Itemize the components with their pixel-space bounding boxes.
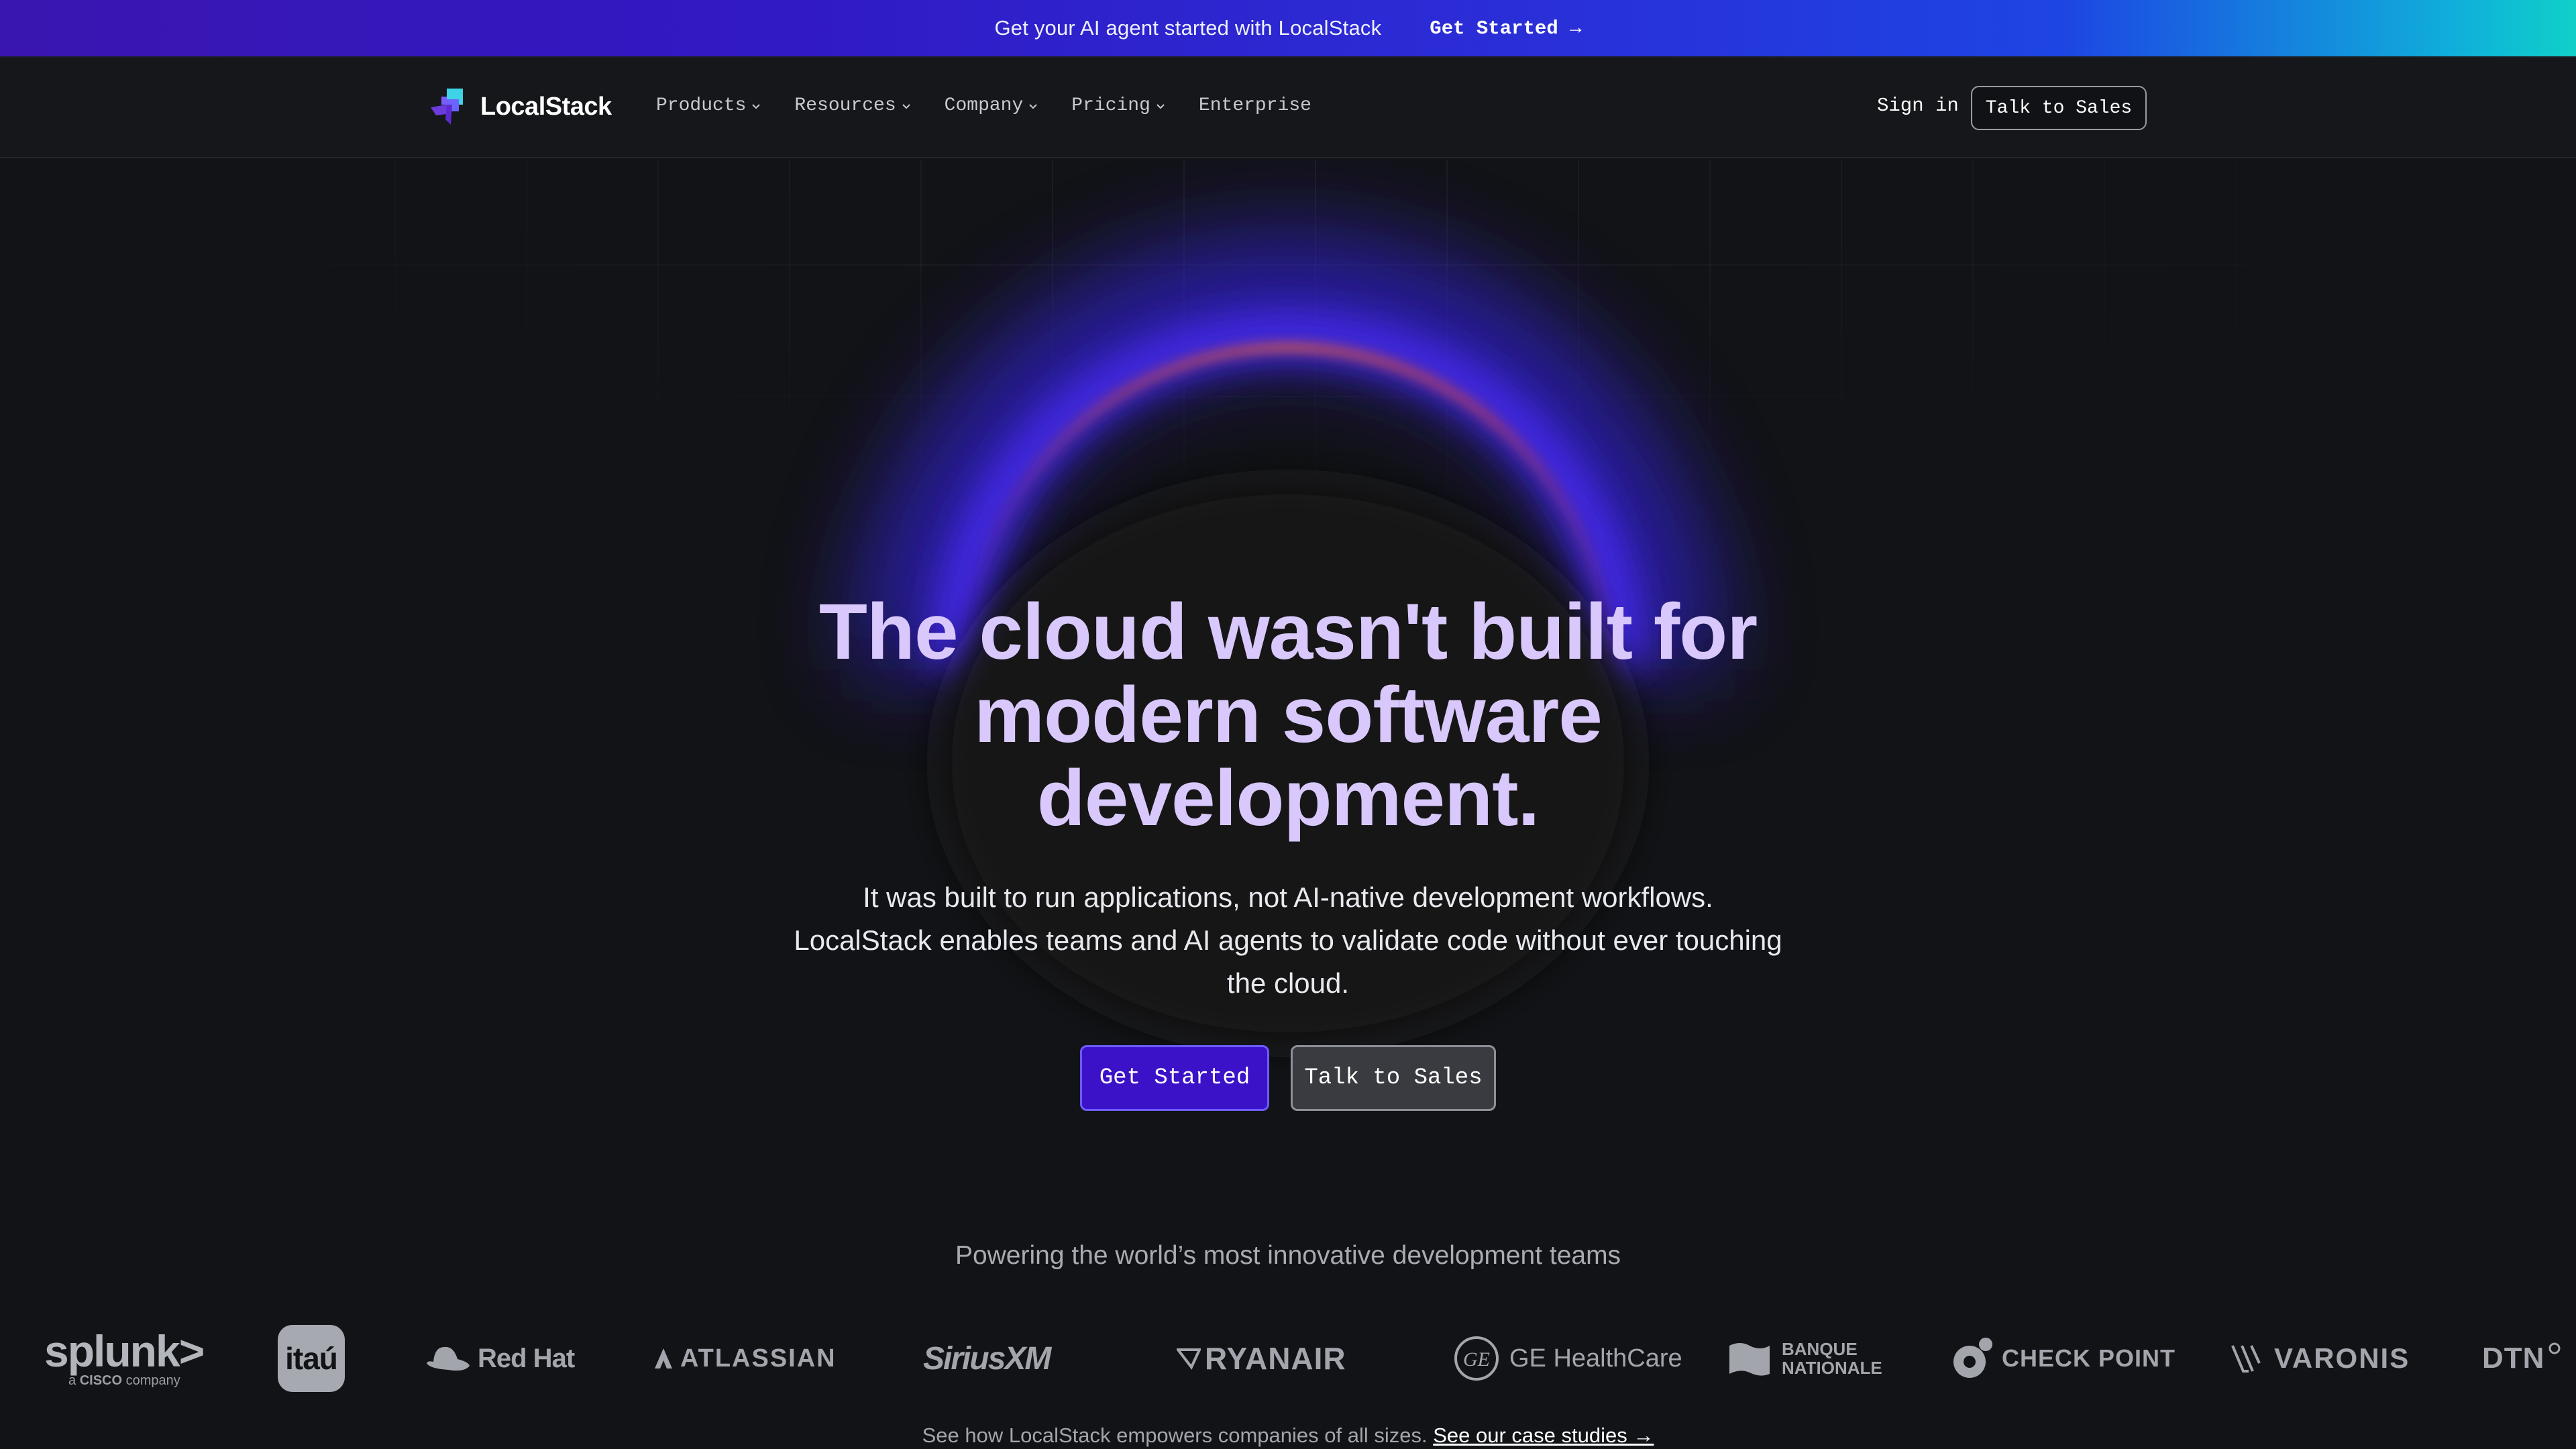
banque-logo-text: BANQUE NATIONALE — [1782, 1339, 1882, 1378]
chevron-down-icon — [1157, 103, 1165, 109]
chevron-down-icon — [902, 103, 910, 109]
nav-item-pricing[interactable]: Pricing — [1071, 95, 1167, 116]
top-nav: LocalStack Products Resources Company Pr… — [0, 58, 2576, 158]
atlassian-logo-text: ATLASSIAN — [680, 1344, 837, 1373]
checkpoint-logo-text: CHECK POINT — [2002, 1344, 2176, 1372]
case-studies-text: See how LocalStack empowers companies of… — [922, 1424, 1428, 1447]
hero-get-started-button[interactable]: Get Started — [1080, 1045, 1269, 1111]
nav-item-label: Company — [944, 95, 1024, 116]
atlassian-logo: ATLASSIAN — [653, 1315, 837, 1402]
redhat-logo-text: Red Hat — [478, 1343, 575, 1373]
customer-logos-strip: splunk> a CISCO company itaú Red Hat ATL… — [0, 1315, 2576, 1402]
announcement-get-started-link[interactable]: Get Started → — [1430, 17, 1581, 40]
varonis-logo-text: VARONIS — [2274, 1342, 2410, 1374]
ryanair-logo-text: RYANAIR — [1205, 1341, 1346, 1376]
ge-healthcare-logo: GE GE HealthCare — [1453, 1315, 1682, 1402]
nav-item-label: Resources — [794, 95, 896, 116]
ge-logo-text: GE HealthCare — [1509, 1344, 1682, 1373]
checkpoint-mark-icon — [1953, 1338, 1992, 1378]
case-studies-link[interactable]: See our case studies → — [1433, 1424, 1654, 1447]
announcement-text: Get your AI agent started with LocalStac… — [994, 16, 1382, 40]
brand-name: LocalStack — [480, 92, 612, 121]
svg-text:GE: GE — [1463, 1348, 1490, 1371]
splunk-logo: splunk> a CISCO company — [44, 1315, 205, 1402]
itau-logo-text: itaú — [285, 1341, 338, 1376]
nav-item-enterprise[interactable]: Enterprise — [1199, 95, 1311, 116]
chevron-down-icon — [1029, 103, 1037, 109]
nav-item-label: Enterprise — [1198, 95, 1311, 116]
ryanair-harp-icon — [1177, 1348, 1201, 1370]
brand-logo[interactable]: LocalStack — [427, 85, 612, 129]
localstack-logo-icon — [431, 89, 463, 125]
hero-headline: The cloud wasn't built for modern softwa… — [818, 588, 1758, 843]
nav-item-label: Products — [656, 95, 747, 116]
nav-item-resources[interactable]: Resources — [794, 95, 912, 116]
siriusxm-logo: SiriusXM — [923, 1315, 1051, 1402]
ge-monogram-icon: GE — [1454, 1336, 1499, 1381]
itau-logo: itaú — [278, 1315, 345, 1402]
nav-item-label: Pricing — [1071, 95, 1150, 116]
siriusxm-logo-text: SiriusXM — [923, 1340, 1051, 1377]
checkpoint-logo: CHECK POINT — [1951, 1315, 2176, 1402]
varonis-logo: VARONIS — [2231, 1315, 2410, 1402]
splunk-logo-tagline: a CISCO company — [68, 1373, 180, 1388]
case-studies-line: See how LocalStack empowers companies of… — [0, 1424, 2576, 1448]
dtn-logo-text: DTN — [2482, 1342, 2545, 1375]
dtn-logo: DTN — [2482, 1315, 2562, 1402]
logos-heading: Powering the world’s most innovative dev… — [955, 1241, 1621, 1270]
nav-menu: Products Resources Company Pricing Enter… — [656, 95, 1311, 116]
hero-subheadline: It was built to run applications, not AI… — [794, 881, 1782, 999]
banque-flag-icon — [1729, 1343, 1770, 1376]
hero-talk-to-sales-button[interactable]: Talk to Sales — [1291, 1045, 1496, 1111]
dtn-degree-icon — [2548, 1342, 2561, 1354]
ryanair-logo: RYANAIR — [1177, 1315, 1346, 1402]
banque-nationale-logo: BANQUE NATIONALE — [1727, 1315, 1882, 1402]
nav-item-company[interactable]: Company — [945, 95, 1040, 116]
redhat-logo: Red Hat — [424, 1315, 575, 1402]
chevron-down-icon — [752, 103, 761, 109]
varonis-mark-icon — [2231, 1345, 2261, 1373]
nav-talk-to-sales-button[interactable]: Talk to Sales — [1971, 86, 2147, 130]
nav-item-products[interactable]: Products — [656, 95, 762, 116]
sign-in-link[interactable]: Sign in — [1877, 95, 1959, 117]
atlassian-mark-icon — [655, 1348, 672, 1368]
announcement-bar: Get your AI agent started with LocalStac… — [0, 0, 2576, 58]
itau-logo-badge: itaú — [278, 1325, 345, 1392]
splunk-logo-text: splunk> — [44, 1326, 205, 1376]
redhat-hat-icon — [427, 1346, 470, 1371]
